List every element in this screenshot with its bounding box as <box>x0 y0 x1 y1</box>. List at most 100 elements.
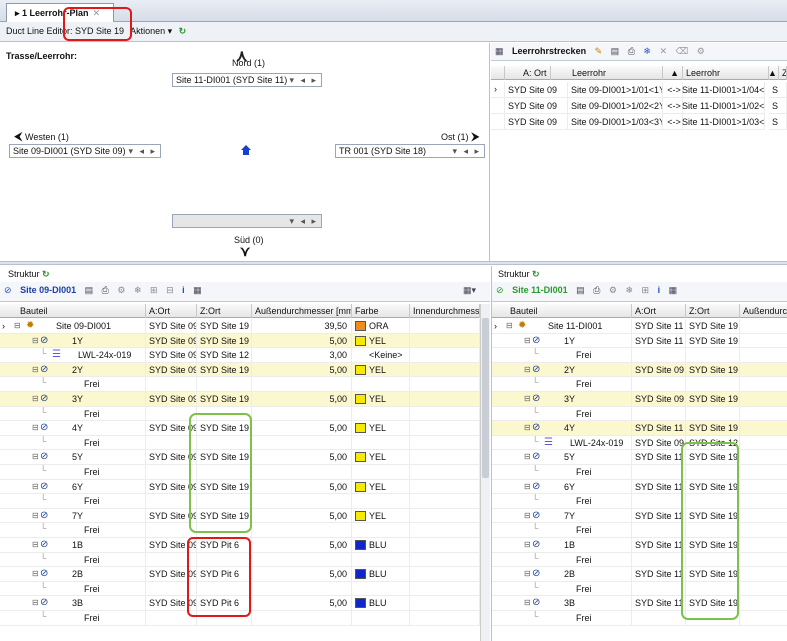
left-header-cell[interactable]: A:Ort <box>146 304 197 318</box>
tree-name-cell[interactable]: └ Frei <box>0 523 146 538</box>
right-header-cell[interactable]: Außendurch <box>740 304 787 318</box>
refresh-icon[interactable]: ↻ <box>179 26 187 36</box>
tree-row[interactable]: › ⊟ ✹ Site 09-DI001 SYD Site 09 SYD Site 19 39… <box>0 319 480 334</box>
strands-header-cell[interactable]: Leerrohr <box>683 66 769 80</box>
tree-name-cell[interactable]: ⊟ ⊘ 2Y <box>492 362 632 378</box>
tree-row[interactable]: └ Frei <box>0 435 480 451</box>
snowflake-icon[interactable]: ❄ <box>134 285 142 295</box>
right-header-cell[interactable]: A:Ort <box>632 304 686 318</box>
tree-row[interactable]: ⊟ ⊘ 7Y SYD Site 09 SYD Site 19 5,00 YEL <box>0 508 480 524</box>
tree-name-cell[interactable]: └ Frei <box>492 523 632 538</box>
strand-row[interactable]: SYD Site 09 Site 09-DI001>1/03<3Y <-> Site … <box>491 114 787 130</box>
strands-header-cell[interactable]: Z <box>779 66 787 80</box>
north-combo[interactable]: Site 11-DI001 (SYD Site 11) ▾ ◂ ▸ <box>172 73 322 87</box>
tree-name-cell[interactable]: ⊟ ⊘ 2Y <box>0 362 146 378</box>
collapse-icon[interactable]: ⊟ <box>524 336 531 345</box>
info-icon[interactable]: i <box>658 285 661 295</box>
tree-row[interactable]: └ Frei <box>0 523 480 538</box>
left-header-cell[interactable]: Farbe <box>352 304 410 318</box>
collapse-icon[interactable]: ⊟ <box>524 423 531 432</box>
collapse-icon[interactable]: ⊟ <box>32 540 39 549</box>
tree-row[interactable]: └ Frei <box>492 611 787 626</box>
tree-row[interactable]: └ Frei <box>492 581 787 597</box>
collapse-icon[interactable]: ⊟ <box>32 394 39 403</box>
collapse-icon[interactable]: ⊟ <box>32 482 39 491</box>
tree-name-cell[interactable]: ⊟ ⊘ 1Y <box>0 333 146 349</box>
tree-row[interactable]: └ Frei <box>0 494 480 509</box>
tree-name-cell[interactable]: ⊟ ⊘ 7Y <box>492 508 632 524</box>
tree-name-cell[interactable]: ⊟ ⊘ 6Y <box>0 479 146 495</box>
collapse-icon[interactable]: ⊟ <box>32 598 39 607</box>
tree-name-cell[interactable]: ⊟ ⊘ 4Y <box>492 421 632 436</box>
collapse-icon[interactable]: ⊟ <box>524 598 531 607</box>
collapse-icon[interactable]: ⊟ <box>14 321 21 330</box>
tree-row[interactable]: └ Frei <box>492 552 787 568</box>
tree-row[interactable]: ⊟ ⊘ 1B SYD Site 09 SYD Pit 6 5,00 BLU <box>0 538 480 553</box>
tree-row[interactable]: ⊟ ⊘ 4Y SYD Site 09 SYD Site 19 5,00 YEL <box>0 421 480 436</box>
save-icon[interactable]: ▤ <box>576 285 585 295</box>
close-icon[interactable]: ✕ <box>93 8 101 18</box>
tree-row[interactable]: ⊟ ⊘ 6Y SYD Site 09 SYD Site 19 5,00 YEL <box>0 479 480 495</box>
right-header-cell[interactable]: Z:Ort <box>686 304 740 318</box>
left-vscroll-thumb[interactable] <box>482 318 489 478</box>
combo-nav-icon[interactable]: ▾ ◂ ▸ <box>289 216 318 227</box>
collapse-icon[interactable]: ⊟ <box>524 511 531 520</box>
save-icon[interactable]: ▤ <box>85 285 94 295</box>
tree-row[interactable]: └ Frei <box>0 581 480 597</box>
refresh-icon[interactable]: ↻ <box>42 269 50 279</box>
left-header-cell[interactable]: Außendurchmesser [mm] <box>252 304 352 318</box>
tree-name-cell[interactable]: └ Frei <box>0 377 146 392</box>
collapse-icon[interactable]: ⊟ <box>506 321 513 330</box>
tree-name-cell[interactable]: › ⊟ ✹ Site 11-DI001 <box>492 319 632 334</box>
print-icon[interactable]: ⎙ <box>628 46 635 56</box>
collapse-icon[interactable]: ⊟ <box>524 540 531 549</box>
sort-asc-icon[interactable]: ▲ <box>765 66 779 80</box>
delete-icon[interactable]: ✕ <box>659 46 667 56</box>
tree-name-cell[interactable]: └ Frei <box>0 435 146 451</box>
combo-nav-icon[interactable]: ▾ ◂ ▸ <box>452 146 481 157</box>
tree-name-cell[interactable]: └ ☰ LWL-24x-019 <box>492 435 632 451</box>
tree-name-cell[interactable]: └ Frei <box>0 611 146 626</box>
collapse-icon[interactable]: ⊟ <box>524 569 531 578</box>
collapse-icon[interactable]: ⊟ <box>524 394 531 403</box>
tree-name-cell[interactable]: ⊟ ⊘ 3B <box>0 596 146 611</box>
left-header-cell[interactable]: Innendurchmesser <box>410 304 480 318</box>
save-icon[interactable]: ▤ <box>611 46 620 56</box>
tree-row[interactable]: ⊟ ⊘ 2B SYD Site 11 SYD Site 19 <box>492 567 787 582</box>
tree-name-cell[interactable]: └ Frei <box>0 581 146 597</box>
tree-name-cell[interactable]: └ Frei <box>0 465 146 480</box>
tree-row[interactable]: └ Frei <box>492 465 787 480</box>
tool-icon[interactable]: ⚙ <box>609 285 617 295</box>
strand-row[interactable]: SYD Site 09 Site 09-DI001>1/02<2Y <-> Site … <box>491 98 787 114</box>
tree-name-cell[interactable]: ⊟ ⊘ 7Y <box>0 508 146 524</box>
tree-name-cell[interactable]: ⊟ ⊘ 1B <box>492 538 632 553</box>
tree-name-cell[interactable]: └ Frei <box>0 494 146 509</box>
tool-icon[interactable]: ⚙ <box>697 46 705 56</box>
tree-row[interactable]: └ Frei <box>492 406 787 422</box>
row-selector[interactable]: › <box>2 321 5 331</box>
tree-name-cell[interactable]: ⊟ ⊘ 3Y <box>492 392 632 407</box>
south-arrow-icon[interactable]: ⋎ <box>240 243 250 260</box>
tree-row[interactable]: └ Frei <box>492 494 787 509</box>
tree-row[interactable]: ⊟ ⊘ 3Y SYD Site 09 SYD Site 19 <box>492 392 787 407</box>
tree-row[interactable]: ⊟ ⊘ 3B SYD Site 11 SYD Site 19 <box>492 596 787 611</box>
tree-row[interactable]: ⊟ ⊘ 2Y SYD Site 09 SYD Site 19 <box>492 362 787 378</box>
south-combo[interactable]: ▾ ◂ ▸ <box>172 214 322 228</box>
tab-leerrohr-plan[interactable]: ▸ 1 Leerrohr-Plan ✕ <box>6 3 114 22</box>
edit-icon[interactable]: ✎ <box>595 46 603 56</box>
left-header-cell[interactable]: Z:Ort <box>197 304 252 318</box>
print-icon[interactable]: ⎙ <box>102 285 109 295</box>
splitter[interactable] <box>0 261 787 265</box>
west-arrow-icon[interactable]: ⮜ <box>14 129 23 143</box>
tree-row[interactable]: └ Frei <box>0 611 480 626</box>
east-combo[interactable]: TR 001 (SYD Site 18) ▾ ◂ ▸ <box>335 144 485 158</box>
tree-name-cell[interactable]: ⊟ ⊘ 3B <box>492 596 632 611</box>
collapse-icon[interactable]: ⊟ <box>32 336 39 345</box>
tree-name-cell[interactable]: ⊟ ⊘ 6Y <box>492 479 632 495</box>
grid-icon[interactable]: ▦ <box>193 285 202 295</box>
tree-row[interactable]: ⊟ ⊘ 2B SYD Site 09 SYD Pit 6 5,00 BLU <box>0 567 480 582</box>
tree-name-cell[interactable]: └ Frei <box>492 348 632 363</box>
combo-nav-icon[interactable]: ▾ ◂ ▸ <box>289 75 318 86</box>
collapse-icon[interactable]: ⊟ <box>32 423 39 432</box>
collapse-icon[interactable]: ⊟ <box>524 482 531 491</box>
